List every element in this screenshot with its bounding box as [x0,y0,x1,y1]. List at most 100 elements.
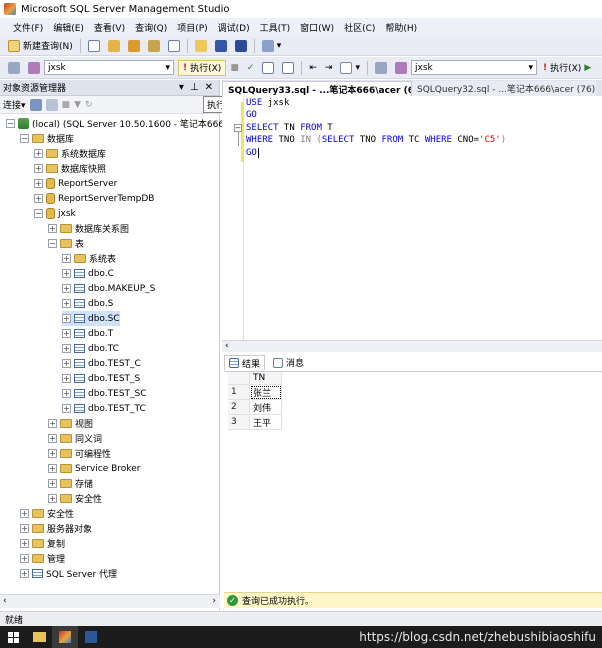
save-button[interactable] [211,38,231,54]
close-icon[interactable]: ✕ [205,82,213,93]
tree-node[interactable]: − (local) (SQL Server 10.50.1600 - 笔记本666 [6,116,224,131]
tree-node[interactable]: + 安全性 [20,506,74,521]
activity-monitor-button[interactable]: ▾ [258,38,286,54]
taskbar-file-explorer[interactable] [26,626,52,648]
tree-node[interactable]: + 数据库快照 [34,161,106,176]
refresh-icon[interactable]: ↻ [85,100,93,110]
menu-community[interactable]: 社区(C) [339,21,380,34]
change-connection-button[interactable] [24,60,44,76]
tree-node[interactable]: + 系统数据库 [34,146,106,161]
execute-button[interactable]: ! 执行(X) [178,59,227,76]
expand-icon[interactable]: + [48,224,57,233]
tree-node[interactable]: + 系统表 [62,251,116,266]
database-engine-query-button[interactable] [84,38,104,54]
tree-node[interactable]: + dbo.TC [62,341,119,356]
tree-node[interactable]: + ReportServerTempDB [34,191,154,206]
column-header-tn[interactable]: TN [250,372,282,385]
connect-dropdown[interactable]: 连接▾ [3,98,26,111]
filter-icon[interactable]: ▼ [74,100,81,110]
tree-node[interactable]: + Service Broker [48,461,140,476]
tree-node[interactable]: + 复制 [20,536,65,551]
expand-icon[interactable]: + [34,149,43,158]
tree-node[interactable]: + dbo.TEST_TC [62,401,146,416]
collapse-icon[interactable]: − [48,239,57,248]
tree-node[interactable]: − 数据库 [20,131,74,146]
tree-node[interactable]: + dbo.TEST_S [62,371,140,386]
expand-icon[interactable]: + [62,299,71,308]
tree-node[interactable]: + 数据库关系图 [48,221,129,236]
database-selector-2[interactable]: jxsk ▾ [411,60,537,75]
scroll-left-icon[interactable]: ‹ [225,341,229,351]
taskbar-ssms[interactable] [52,626,78,648]
parse-button[interactable]: ✓ [243,60,259,76]
expand-icon[interactable]: + [62,314,71,323]
execute-button-2[interactable]: ! 执行(X) ▶ [539,60,595,76]
expand-icon[interactable]: + [62,374,71,383]
mdx-query-button[interactable] [124,38,144,54]
tree-node[interactable]: + 安全性 [48,491,102,506]
increase-indent-button[interactable]: ⇥ [321,60,337,76]
expand-icon[interactable]: + [48,434,57,443]
stop-icon[interactable]: ■ [62,100,71,110]
collapse-icon[interactable]: − [20,134,29,143]
menu-tools[interactable]: 工具(T) [255,21,296,34]
expand-icon[interactable]: + [62,344,71,353]
collapse-icon[interactable]: − [234,124,242,132]
tree-node[interactable]: + dbo.T [62,326,113,341]
menu-view[interactable]: 查看(V) [89,21,130,34]
tree-node[interactable]: + dbo.S [62,296,113,311]
expand-icon[interactable]: + [48,464,57,473]
expand-icon[interactable]: + [20,539,29,548]
taskbar-word[interactable] [78,626,104,648]
expand-icon[interactable]: + [34,194,43,203]
tree-node[interactable]: + dbo.C [62,266,114,281]
panel-menu-icon[interactable]: ▾ [179,82,184,93]
expand-icon[interactable]: + [48,479,57,488]
tree-node[interactable]: + 管理 [20,551,65,566]
editor-horizontal-scrollbar[interactable]: ‹ [222,340,602,352]
expand-icon[interactable]: + [62,254,71,263]
dmx-query-button[interactable] [144,38,164,54]
pin-icon[interactable]: ⊥ [190,82,199,93]
expand-icon[interactable]: + [62,329,71,338]
tab-sqlquery33[interactable]: SQLQuery33.sql - ...笔记本666\acer (64))* [222,81,412,96]
tab-sqlquery32[interactable]: SQLQuery32.sql - ...笔记本666\acer (76)) [412,81,596,96]
start-button[interactable] [0,626,26,648]
expand-icon[interactable]: + [48,494,57,503]
expand-icon[interactable]: + [62,404,71,413]
new-query-button[interactable]: 新建查询(N) [4,38,77,54]
tree-node[interactable]: − 表 [48,236,84,251]
tree-node[interactable]: + dbo.TEST_C [62,356,141,371]
tree-node[interactable]: + 可编程性 [48,446,111,461]
expand-icon[interactable]: + [34,179,43,188]
menu-help[interactable]: 帮助(H) [380,21,422,34]
expand-icon[interactable]: + [34,164,43,173]
connect-icon[interactable] [29,98,42,111]
menu-query[interactable]: 查询(Q) [130,21,172,34]
expand-icon[interactable]: + [20,554,29,563]
change-connection-button-2[interactable] [391,60,411,76]
scroll-right-icon[interactable]: › [212,596,216,606]
save-all-button[interactable] [231,38,251,54]
menu-edit[interactable]: 编辑(E) [48,21,89,34]
tree-node[interactable]: + SQL Server 代理 [20,566,117,581]
grid-cell[interactable]: 张兰 [250,385,282,400]
scroll-left-icon[interactable]: ‹ [3,596,7,606]
open-file-button[interactable] [191,38,211,54]
expand-icon[interactable]: + [48,449,57,458]
results-to-grid-button[interactable] [278,60,298,76]
expand-icon[interactable]: + [48,419,57,428]
tab-messages[interactable]: 消息 [269,355,308,370]
object-explorer-horizontal-scrollbar[interactable]: ‹ › [0,594,220,608]
expand-icon[interactable]: + [62,389,71,398]
results-to-text-button[interactable] [258,60,278,76]
tab-results[interactable]: 结果 [224,355,266,370]
expand-icon[interactable]: + [62,359,71,368]
connect-button[interactable] [4,60,24,76]
tree-node[interactable]: + 同义词 [48,431,102,446]
grid-cell[interactable]: 王平 [250,415,282,430]
expand-icon[interactable]: + [20,524,29,533]
tree-node[interactable]: + dbo.SC [62,311,120,326]
expand-icon[interactable]: + [20,569,29,578]
collapse-icon[interactable]: − [6,119,15,128]
